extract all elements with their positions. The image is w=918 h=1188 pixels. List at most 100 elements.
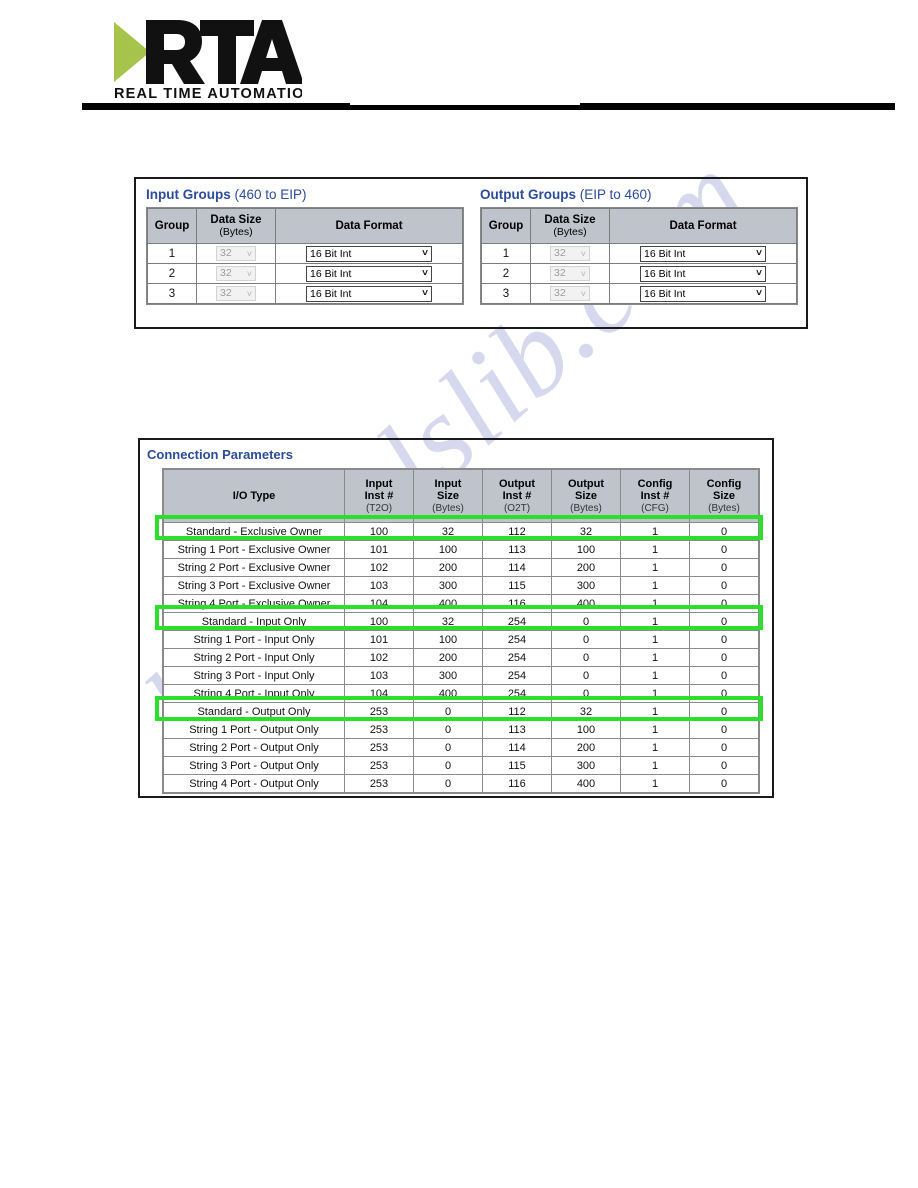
header-config-size-l2: Size: [712, 490, 735, 503]
cell-output-inst: 254: [483, 649, 551, 666]
cell-input-size: 400: [414, 685, 482, 702]
cell-output-inst: 254: [483, 613, 551, 630]
input-group-1-size-select[interactable]: 32 ˅: [216, 246, 256, 261]
cell-config-size: 0: [690, 559, 758, 576]
table-row: String 1 Port - Input Only 101 100 254 0 1 0: [164, 631, 758, 648]
cell-group: 1: [148, 244, 196, 263]
cell-config-inst: 1: [621, 523, 689, 540]
cell-input-inst: 253: [345, 757, 413, 774]
cell-input-size: 32: [414, 523, 482, 540]
cell-output-size: 200: [552, 559, 620, 576]
input-groups-title-main: Input Groups: [146, 187, 231, 202]
cell-data-format: 16 Bit Int ˅: [610, 264, 796, 283]
header-input-inst-l2: Inst #: [364, 490, 394, 503]
page-header: REAL TIME AUTOMATION: [0, 0, 918, 118]
chevron-down-icon: ˅: [580, 289, 586, 299]
cell-output-size: 0: [552, 631, 620, 648]
cell-data-size: 32 ˅: [197, 244, 275, 263]
cell-input-inst: 253: [345, 739, 413, 756]
table-row: String 3 Port - Input Only 103 300 254 0 1 0: [164, 667, 758, 684]
header-config-size-sub: (Bytes): [708, 502, 740, 514]
output-group-2-size-select[interactable]: 32 ˅: [550, 266, 590, 281]
cell-io-type: String 3 Port - Input Only: [164, 667, 344, 684]
connection-parameters-box: Connection Parameters I/O Type Input Ins…: [138, 438, 774, 798]
output-group-1-size-select[interactable]: 32 ˅: [550, 246, 590, 261]
table-row: String 4 Port - Exclusive Owner 104 400 116…: [164, 595, 758, 612]
table-row: String 1 Port - Output Only 253 0 113 100 1 0: [164, 721, 758, 738]
cell-input-size: 100: [414, 631, 482, 648]
input-group-3-size-select[interactable]: 32 ˅: [216, 286, 256, 301]
header-config-size: Config Size (Bytes): [690, 470, 758, 522]
cell-group: 2: [148, 264, 196, 283]
cell-input-inst: 102: [345, 649, 413, 666]
cell-io-type: String 2 Port - Exclusive Owner: [164, 559, 344, 576]
cell-output-inst: 112: [483, 523, 551, 540]
cell-input-size: 200: [414, 649, 482, 666]
cell-input-size: 0: [414, 721, 482, 738]
header-data-size: Data Size (Bytes): [197, 209, 275, 243]
header-data-size-sub: (Bytes): [553, 225, 587, 238]
chevron-down-icon: ˅: [756, 247, 762, 259]
cell-output-size: 0: [552, 685, 620, 702]
output-group-1-format-value: 16 Bit Int: [644, 247, 686, 260]
cell-input-inst: 102: [345, 559, 413, 576]
cell-config-size: 0: [690, 721, 758, 738]
cell-input-inst: 103: [345, 667, 413, 684]
output-groups-panel: Output Groups (EIP to 460) Group Data Si…: [470, 179, 806, 327]
cell-input-inst: 100: [345, 613, 413, 630]
cell-config-inst: 1: [621, 559, 689, 576]
cell-config-inst: 1: [621, 541, 689, 558]
output-groups-body: 1 32 ˅ 16 Bit Int ˅ 2 32 ˅ 16 Bit Int ˅ …: [482, 244, 796, 303]
cell-output-inst: 113: [483, 541, 551, 558]
cell-input-size: 100: [414, 541, 482, 558]
connection-parameters-body: Standard - Exclusive Owner 100 32 112 32 1 0 St…: [164, 523, 758, 792]
cell-config-inst: 1: [621, 721, 689, 738]
cell-output-size: 0: [552, 649, 620, 666]
header-data-size-main: Data Size: [210, 214, 262, 227]
output-groups-title: Output Groups (EIP to 460): [480, 187, 806, 202]
table-row: Standard - Exclusive Owner 100 32 112 32 1 0: [164, 523, 758, 540]
cell-config-size: 0: [690, 739, 758, 756]
cell-group: 1: [482, 244, 530, 263]
cell-io-type: Standard - Input Only: [164, 613, 344, 630]
output-group-3-format-select[interactable]: 16 Bit Int ˅: [640, 285, 766, 302]
header-input-inst: Input Inst # (T2O): [345, 470, 413, 522]
cell-config-size: 0: [690, 577, 758, 594]
cell-config-size: 0: [690, 541, 758, 558]
output-group-3-size-select[interactable]: 32 ˅: [550, 286, 590, 301]
cell-output-size: 300: [552, 757, 620, 774]
cell-input-size: 400: [414, 595, 482, 612]
header-output-inst-sub: (O2T): [503, 502, 531, 514]
header-output-inst-l2: Inst #: [502, 490, 532, 503]
header-output-size-l1: Output: [567, 478, 605, 491]
input-group-2-format-select[interactable]: 16 Bit Int ˅: [306, 265, 432, 282]
cell-group: 3: [482, 284, 530, 303]
input-group-2-size-value: 32: [220, 267, 232, 279]
chevron-down-icon: ˅: [246, 289, 252, 299]
cell-input-inst: 104: [345, 595, 413, 612]
cell-io-type: String 1 Port - Input Only: [164, 631, 344, 648]
output-group-3-size-value: 32: [554, 287, 566, 299]
header-input-size-sub: (Bytes): [432, 502, 464, 514]
header-group: Group: [148, 209, 196, 243]
cell-output-size: 100: [552, 541, 620, 558]
header-config-inst-l2: Inst #: [640, 490, 670, 503]
header-data-size-main: Data Size: [544, 214, 596, 227]
cell-config-inst: 1: [621, 667, 689, 684]
cell-input-inst: 101: [345, 631, 413, 648]
input-group-1-format-select[interactable]: 16 Bit Int ˅: [306, 245, 432, 262]
table-row: 3 32 ˅ 16 Bit Int ˅: [148, 284, 462, 303]
cell-io-type: String 2 Port - Output Only: [164, 739, 344, 756]
cell-output-inst: 113: [483, 721, 551, 738]
table-row: String 3 Port - Exclusive Owner 103 300 115…: [164, 577, 758, 594]
cell-io-type: String 4 Port - Input Only: [164, 685, 344, 702]
input-group-3-format-select[interactable]: 16 Bit Int ˅: [306, 285, 432, 302]
cell-io-type: String 4 Port - Output Only: [164, 775, 344, 792]
output-group-2-format-select[interactable]: 16 Bit Int ˅: [640, 265, 766, 282]
input-group-2-size-select[interactable]: 32 ˅: [216, 266, 256, 281]
output-group-1-format-select[interactable]: 16 Bit Int ˅: [640, 245, 766, 262]
cell-output-inst: 254: [483, 685, 551, 702]
chevron-down-icon: ˅: [422, 287, 428, 299]
cell-config-size: 0: [690, 631, 758, 648]
table-header-row: I/O Type Input Inst # (T2O) Input Size (…: [164, 470, 758, 522]
